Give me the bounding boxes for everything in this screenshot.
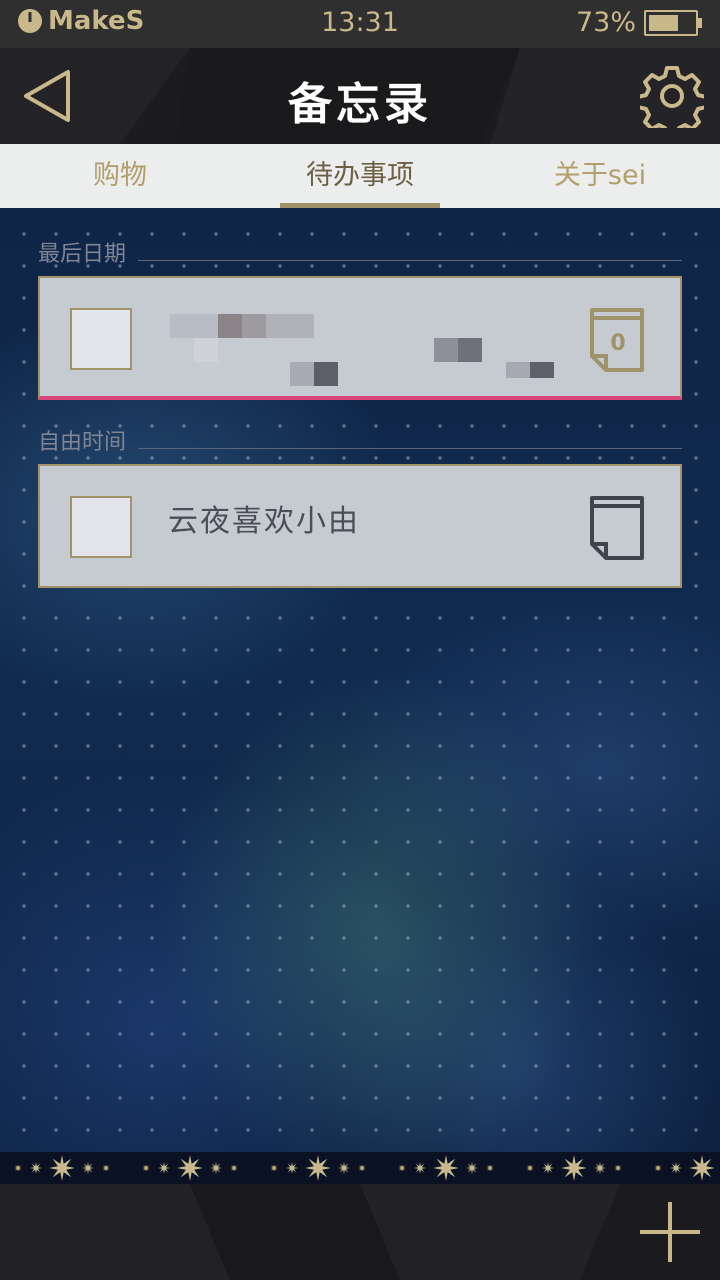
status-bar: MakeS 13:31 73% [0,0,720,48]
list-item[interactable]: 云夜喜欢小由 [38,464,682,588]
star-mark [689,1155,715,1181]
star-mark [670,1162,682,1174]
star-mark [466,1162,478,1174]
star-mark [102,1164,110,1172]
section-label-free-time: 自由时间 [38,430,127,455]
footer-bar [0,1184,720,1280]
star-mark [561,1155,587,1181]
app-header: 备忘录 [0,48,720,144]
tab-about[interactable]: 关于sei [480,144,720,208]
star-mark [142,1164,150,1172]
star-decoration [14,1155,715,1181]
star-mark [270,1164,278,1172]
section-label-deadline: 最后日期 [38,242,127,267]
star-border [0,1152,720,1184]
todo-list-area[interactable]: 最后日期 0 自由时间 云夜喜欢小由 [0,208,720,1152]
star-mark [338,1162,350,1174]
star-mark [286,1162,298,1174]
star-mark [177,1155,203,1181]
list-item[interactable]: 0 [38,276,682,400]
tab-todo[interactable]: 待办事项 [240,144,480,208]
star-mark [14,1164,22,1172]
star-mark [526,1164,534,1172]
battery-percent: 73% [575,7,636,38]
calendar-note-icon[interactable]: 0 [590,308,644,372]
star-mark [158,1162,170,1174]
star-mark [433,1155,459,1181]
plus-icon[interactable] [638,1200,702,1264]
star-mark [210,1162,222,1174]
footer-background [0,1184,720,1280]
item-checkbox[interactable] [70,496,132,558]
page-title: 备忘录 [288,79,432,130]
star-mark [358,1164,366,1172]
star-mark [398,1164,406,1172]
battery-icon [644,9,702,36]
star-mark [542,1162,554,1174]
item-text: 云夜喜欢小由 [168,504,360,539]
star-mark [594,1162,606,1174]
item-checkbox[interactable] [70,308,132,370]
star-mark [486,1164,494,1172]
star-mark [230,1164,238,1172]
calendar-badge: 0 [610,331,625,356]
star-mark [82,1162,94,1174]
note-icon[interactable] [590,496,644,560]
star-mark [614,1164,622,1172]
star-mark [305,1155,331,1181]
battery: 73% [575,7,702,38]
star-mark [49,1155,75,1181]
tab-shopping[interactable]: 购物 [0,144,240,208]
star-mark [414,1162,426,1174]
star-mark [30,1162,42,1174]
gear-icon[interactable] [640,64,704,128]
star-mark [654,1164,662,1172]
tab-bar: 购物 待办事项 关于sei [0,144,720,210]
